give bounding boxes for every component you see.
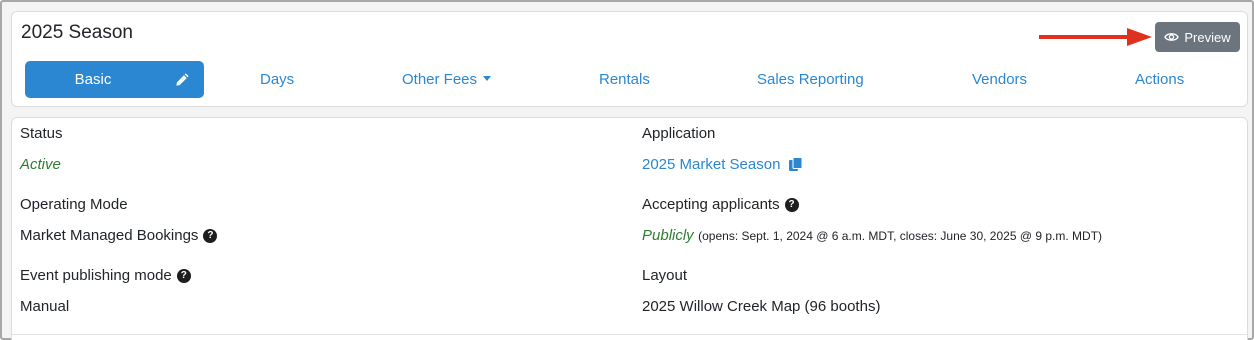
tab-actions[interactable]: Actions <box>1135 71 1184 88</box>
section-divider <box>12 334 1247 335</box>
season-header-card: 2025 Season Preview Basic Days Other Fee… <box>11 11 1248 107</box>
event-publishing-mode-text: Event publishing mode <box>20 267 172 284</box>
copy-icon[interactable] <box>788 157 803 172</box>
question-circle-icon[interactable]: ? <box>784 197 799 212</box>
application-link[interactable]: 2025 Market Season <box>642 156 803 173</box>
preview-button[interactable]: Preview <box>1155 22 1240 52</box>
preview-button-label: Preview <box>1184 29 1231 45</box>
operating-mode-label: Operating Mode <box>20 196 128 213</box>
event-publishing-mode-value: Manual <box>20 298 70 315</box>
tab-other-fees-label: Other Fees <box>402 71 478 88</box>
tab-rentals[interactable]: Rentals <box>599 71 650 88</box>
question-circle-icon[interactable]: ? <box>203 228 218 243</box>
eye-icon <box>1164 33 1180 41</box>
pencil-icon[interactable] <box>175 72 190 87</box>
caret-down-icon <box>483 76 492 81</box>
layout-value: 2025 Willow Creek Map (96 booths) <box>642 298 881 315</box>
application-label: Application <box>642 125 716 142</box>
tab-basic[interactable]: Basic <box>25 61 204 98</box>
status-label: Status <box>20 125 63 142</box>
tab-days[interactable]: Days <box>260 71 294 88</box>
red-arrow-icon <box>1039 28 1152 46</box>
tab-vendors[interactable]: Vendors <box>972 71 1027 88</box>
accepting-mode-value: Publicly <box>642 227 694 244</box>
page-title: 2025 Season <box>21 22 133 43</box>
question-circle-icon[interactable]: ? <box>176 268 191 283</box>
status-value: Active <box>20 156 61 173</box>
screenshot-frame: 2025 Season Preview Basic Days Other Fee… <box>0 0 1254 340</box>
season-details-card: Status Active Application 2025 Market Se… <box>11 117 1248 340</box>
application-link-text: 2025 Market Season <box>642 156 781 173</box>
market-managed-bookings-label: Market Managed Bookings ? <box>20 227 218 244</box>
accepting-applicants-text: Accepting applicants <box>642 196 780 213</box>
accepting-applicants-value: Publicly (opens: Sept. 1, 2024 @ 6 a.m. … <box>642 227 1102 245</box>
accepting-applicants-label: Accepting applicants ? <box>642 196 799 213</box>
event-publishing-mode-label: Event publishing mode ? <box>20 267 191 284</box>
tab-basic-label: Basic <box>74 71 112 88</box>
layout-label: Layout <box>642 267 688 284</box>
market-managed-bookings-text: Market Managed Bookings <box>20 227 199 244</box>
tab-other-fees[interactable]: Other Fees <box>402 71 492 88</box>
tab-sales-reporting[interactable]: Sales Reporting <box>757 71 864 88</box>
accepting-dates-note: (opens: Sept. 1, 2024 @ 6 a.m. MDT, clos… <box>698 229 1103 243</box>
